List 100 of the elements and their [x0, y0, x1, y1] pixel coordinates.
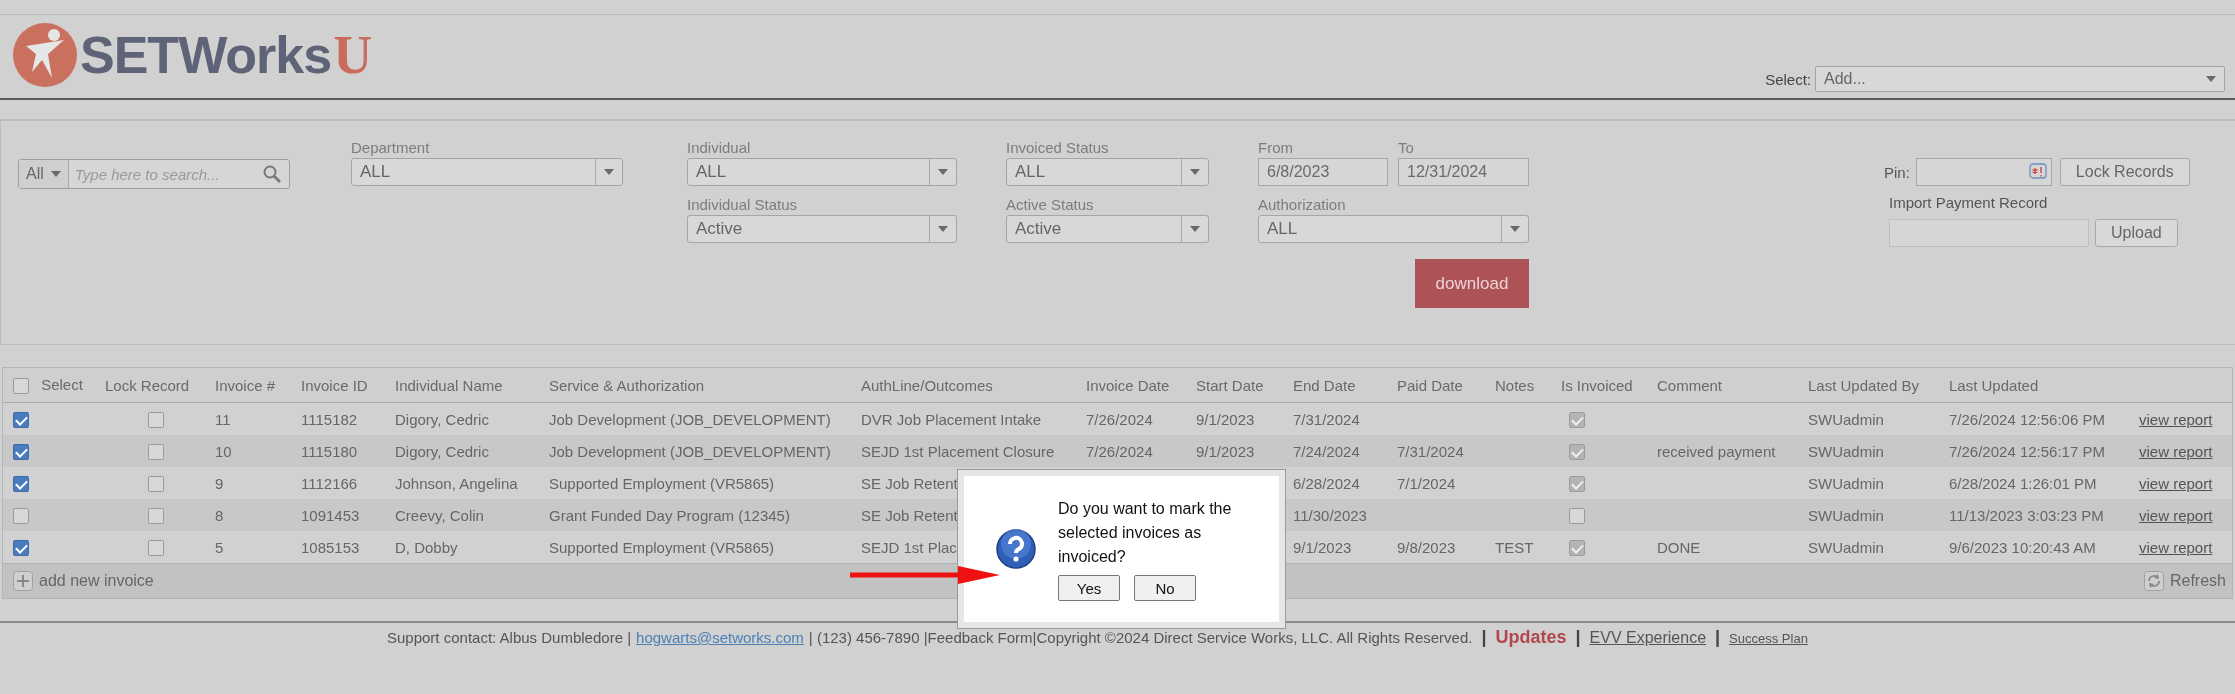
caret-icon — [604, 169, 614, 175]
dropdown[interactable]: ALL — [687, 158, 957, 186]
table-cell: received payment — [1657, 442, 1776, 460]
checkbox[interactable] — [13, 378, 29, 394]
dialog-button[interactable]: No — [1134, 575, 1196, 601]
column-header: Invoice ID — [301, 376, 368, 394]
column-header: Select — [40, 376, 83, 393]
table-cell: 10 — [215, 442, 232, 460]
table-cell: SWUadmin — [1808, 506, 1884, 524]
table-cell: 9/6/2023 10:20:43 AM — [1949, 538, 2096, 556]
table-cell: 1112166 — [301, 474, 358, 492]
table-cell: 9/8/2023 — [1397, 538, 1456, 556]
column-header: Last Updated By — [1808, 376, 1919, 394]
footer-link[interactable]: hogwarts@setworks.com — [636, 629, 804, 646]
refresh-button[interactable]: Refresh — [2143, 571, 2226, 591]
checkbox[interactable] — [148, 476, 164, 492]
table-cell: SWUadmin — [1808, 474, 1884, 492]
table-cell: 9 — [215, 474, 224, 492]
table-cell: 7/26/2024 12:56:06 PM — [1949, 410, 2105, 428]
table-cell: Supported Employment (VR5865) — [549, 538, 775, 556]
table-cell: 7/31/2024 — [1397, 442, 1464, 460]
table-cell: SWUadmin — [1808, 442, 1884, 460]
table-cell: Digory, Cedric — [395, 442, 489, 460]
column-header: End Date — [1293, 376, 1356, 394]
checkbox[interactable] — [148, 412, 164, 428]
table-cell: 1115180 — [301, 442, 358, 460]
view-report-link[interactable]: view report — [2139, 538, 2213, 556]
checkbox[interactable] — [13, 412, 29, 428]
table-cell: Job Development (JOB_DEVELOPMENT) — [549, 442, 831, 460]
pin-label: Pin: — [1884, 163, 1910, 181]
select-dropdown[interactable]: Add... — [1815, 66, 2225, 92]
dropdown[interactable]: Active — [687, 215, 957, 243]
table-cell: D, Dobby — [395, 538, 458, 556]
table-cell: 7/26/2024 — [1086, 442, 1153, 460]
date-field[interactable]: 6/8/2023 — [1258, 158, 1388, 186]
dialog-button[interactable]: Yes — [1058, 575, 1120, 601]
table-cell: 11/30/2023 — [1293, 506, 1367, 524]
table-cell: Supported Employment (VR5865) — [549, 474, 775, 492]
checkbox[interactable] — [148, 540, 164, 556]
table-cell: 7/24/2024 — [1293, 442, 1360, 460]
table-cell: SEJD 1st Plac — [861, 538, 957, 556]
field-label: Authorization — [1258, 196, 1347, 214]
caret-icon — [938, 169, 948, 175]
add-new-invoice-button[interactable]: add new invoice — [13, 571, 154, 591]
dialog-message: Do you want to mark the selected invoices as invoiced? — [1058, 499, 1233, 567]
field-label: Active Status — [1006, 196, 1095, 214]
separator: | — [1715, 627, 1721, 648]
view-report-link[interactable]: view report — [2139, 410, 2213, 428]
table-cell: SWUadmin — [1808, 410, 1884, 428]
import-label: Import Payment Record — [1889, 194, 2049, 211]
field-label: Individual Status — [687, 196, 799, 214]
pin-field[interactable] — [1915, 158, 2052, 186]
logo-letter: U — [333, 28, 373, 82]
footer-text: | (123) 456-7890 |Feedback Form|Copyright ©2024 Direct Service Works, LLC. All Rights Reserved. — [808, 629, 1473, 646]
checkbox[interactable] — [13, 444, 29, 460]
table-cell: 7/1/2024 — [1397, 474, 1456, 492]
updates-link[interactable]: Updates — [1495, 627, 1567, 648]
lock-records-button[interactable]: Lock Records — [2059, 158, 2190, 186]
footer-link[interactable]: Success Plan — [1729, 631, 1808, 646]
dropdown[interactable]: ALL — [351, 158, 623, 186]
checkbox[interactable] — [13, 540, 29, 556]
footer-text: Support contact: Albus Dumbledore | — [387, 629, 632, 646]
dropdown[interactable]: ALL — [1258, 215, 1529, 243]
date-field[interactable]: 12/31/2024 — [1398, 158, 1529, 186]
column-header: Notes — [1495, 376, 1535, 394]
upload-button[interactable]: Upload — [2095, 219, 2178, 247]
table-cell: 6/28/2024 — [1293, 474, 1360, 492]
view-report-link[interactable]: view report — [2139, 474, 2213, 492]
field-label: From — [1258, 139, 1294, 157]
table-cell: SEJD 1st Placement Closure — [861, 442, 1055, 460]
select-label: Select: — [1765, 70, 1811, 88]
caret-icon — [2206, 76, 2216, 82]
column-header: Invoice Date — [1086, 376, 1170, 394]
separator: | — [1575, 627, 1581, 648]
table-cell: Grant Funded Day Program (12345) — [549, 506, 790, 524]
logo-text: SETWorks — [80, 25, 332, 85]
checkbox[interactable] — [148, 508, 164, 524]
table-cell: TEST — [1495, 538, 1534, 556]
caret-icon — [1510, 226, 1520, 232]
dropdown[interactable]: Active — [1006, 215, 1209, 243]
dropdown[interactable]: ALL — [1006, 158, 1209, 186]
footer-link[interactable]: EVV Experience — [1589, 629, 1707, 647]
table-cell: 7/26/2024 — [1086, 410, 1153, 428]
column-header: Start Date — [1196, 376, 1264, 394]
checkbox[interactable] — [148, 444, 164, 460]
view-report-link[interactable]: view report — [2139, 442, 2213, 460]
logo-icon — [12, 22, 78, 88]
table-cell: 1115182 — [301, 410, 358, 428]
table-cell: 11 — [215, 410, 231, 428]
table-cell: 6/28/2024 1:26:01 PM — [1949, 474, 2097, 492]
table-cell: 9/1/2023 — [1293, 538, 1352, 556]
checkbox[interactable] — [13, 508, 29, 524]
download-button[interactable]: download — [1415, 259, 1529, 308]
column-header: Paid Date — [1397, 376, 1463, 394]
table-cell: 7/31/2024 — [1293, 410, 1360, 428]
caret-icon — [938, 226, 948, 232]
view-report-link[interactable]: view report — [2139, 506, 2213, 524]
table-cell: DVR Job Placement Intake — [861, 410, 1042, 428]
checkbox[interactable] — [13, 476, 29, 492]
table-cell: Creevy, Colin — [395, 506, 484, 524]
